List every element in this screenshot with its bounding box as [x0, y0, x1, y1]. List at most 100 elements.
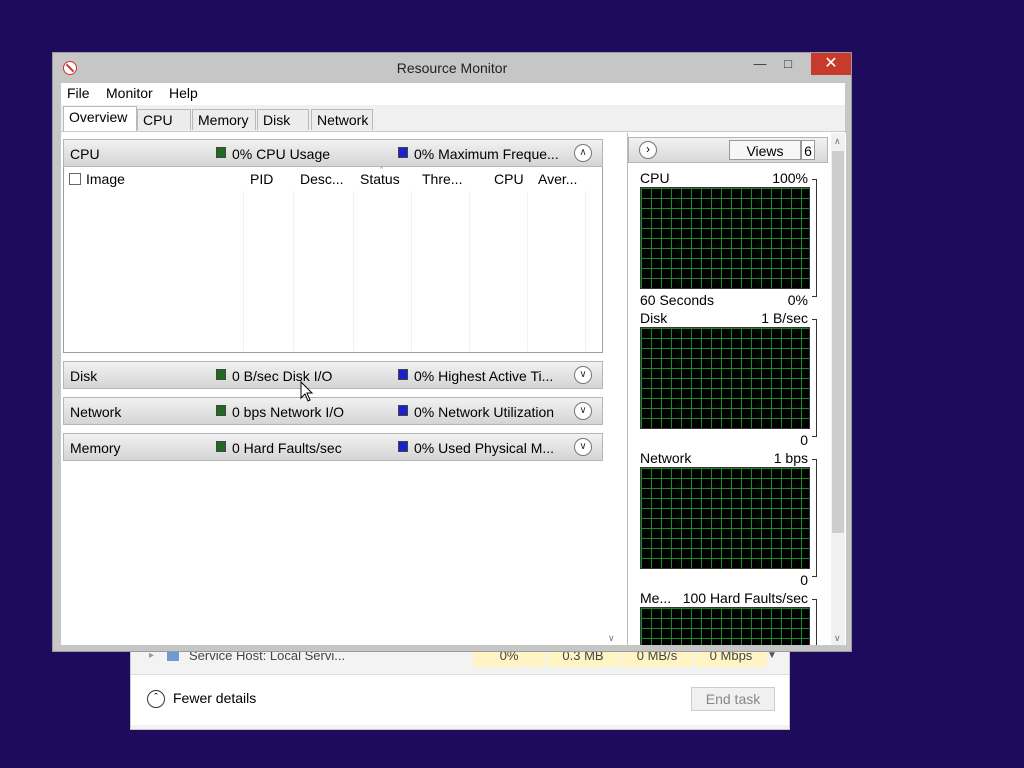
menu-help[interactable]: Help — [169, 85, 198, 101]
disk-graph — [640, 327, 810, 429]
disk-graph-max: 1 B/sec — [761, 310, 808, 326]
section-title: Disk — [70, 368, 98, 384]
disk-io-stat: 0 B/sec Disk I/O — [232, 368, 333, 384]
network-io-stat: 0 bps Network I/O — [232, 404, 345, 420]
tab-disk[interactable]: Disk — [257, 109, 309, 130]
title-bar[interactable]: Resource Monitor — □ ✕ — [53, 53, 851, 83]
cpu-graph-title: CPU — [640, 170, 670, 186]
scroll-up-icon[interactable]: ∧ — [834, 136, 841, 147]
table-header: Image PID Desc... Status ˆ Thre... CPU A… — [64, 166, 602, 191]
chevron-right-icon[interactable]: › — [639, 141, 657, 159]
memory-graph — [640, 607, 810, 645]
minimize-button[interactable]: — — [747, 53, 773, 75]
cpu-graph-max: 100% — [772, 170, 808, 186]
tab-bar: Overview CPU Memory Disk Network — [61, 105, 845, 132]
green-legend-icon — [216, 405, 226, 416]
column-divider — [353, 191, 354, 351]
network-section-header[interactable]: Network 0 bps Network I/O 0% Network Uti… — [63, 397, 603, 425]
graph-bracket — [812, 319, 817, 437]
column-image[interactable]: Image — [86, 171, 125, 187]
graph-bracket — [812, 599, 817, 645]
memory-section-header[interactable]: Memory 0 Hard Faults/sec 0% Used Physica… — [63, 433, 603, 461]
tab-network[interactable]: Network — [311, 109, 373, 130]
select-all-checkbox[interactable] — [69, 173, 81, 185]
column-divider — [411, 191, 412, 351]
hard-faults-stat: 0 Hard Faults/sec — [232, 440, 342, 456]
blue-legend-icon — [398, 369, 408, 380]
scroll-down-icon[interactable]: ∨ — [608, 633, 615, 644]
chevron-down-icon[interactable]: ∨ — [574, 402, 592, 420]
column-description[interactable]: Desc... — [300, 171, 344, 187]
disk-active-time-stat: 0% Highest Active Ti... — [414, 368, 554, 384]
green-legend-icon — [216, 369, 226, 380]
sort-indicator-icon: ˆ — [380, 166, 383, 176]
cpu-section-header[interactable]: CPU 0% CPU Usage 0% Maximum Freque... ∧ — [63, 139, 603, 167]
column-pid[interactable]: PID — [250, 171, 273, 187]
overview-scrollbar[interactable]: ∨ — [605, 133, 619, 645]
resource-monitor-window: Resource Monitor — □ ✕ File Monitor Help… — [52, 52, 852, 652]
views-dropdown[interactable]: 6 — [801, 140, 815, 160]
fewer-details-link[interactable]: Fewer details — [173, 690, 256, 706]
memory-graph-title: Me... — [640, 590, 672, 606]
task-manager-window: ▸ Service Host: Local Servi... 0% 0.3 MB… — [130, 640, 790, 730]
cpu-frequency-stat: 0% Maximum Freque... — [414, 146, 559, 162]
scroll-thumb[interactable] — [832, 151, 844, 533]
menu-file[interactable]: File — [67, 85, 90, 101]
disk-section-header[interactable]: Disk 0 B/sec Disk I/O 0% Highest Active … — [63, 361, 603, 389]
network-utilization-stat: 0% Network Utilization — [414, 404, 555, 420]
blue-legend-icon — [398, 405, 408, 416]
chevron-up-icon[interactable]: ∧ — [574, 144, 592, 162]
window-client: File Monitor Help Overview CPU Memory Di… — [61, 83, 846, 645]
task-manager-footer: ˆ Fewer details End task — [131, 674, 789, 725]
section-title: Network — [70, 404, 122, 420]
window-title: Resource Monitor — [396, 60, 508, 76]
cpu-graph — [640, 187, 810, 289]
green-legend-icon — [216, 441, 226, 452]
menu-monitor[interactable]: Monitor — [106, 85, 153, 101]
tab-memory[interactable]: Memory — [192, 109, 256, 130]
cpu-graph-min: 0% — [787, 292, 808, 308]
green-legend-icon — [216, 147, 226, 158]
graphs-pane: › Views 6 CPU 100% 60 Seconds 0% Disk 1 … — [627, 133, 846, 645]
section-title: Memory — [70, 440, 121, 456]
network-graph-title: Network — [640, 450, 692, 466]
disk-graph-min: 0 — [800, 432, 808, 448]
views-bar: › Views 6 — [628, 137, 828, 163]
column-threads[interactable]: Thre... — [422, 171, 462, 187]
views-button[interactable]: Views — [729, 140, 801, 160]
section-title: CPU — [70, 146, 100, 162]
column-divider — [293, 191, 294, 351]
graph-area: CPU 100% 60 Seconds 0% Disk 1 B/sec 0 Ne… — [628, 165, 828, 645]
used-physical-memory-stat: 0% Used Physical M... — [414, 440, 555, 456]
network-graph-min: 0 — [800, 572, 808, 588]
column-divider — [585, 191, 586, 351]
column-divider — [527, 191, 528, 351]
column-divider — [243, 191, 244, 351]
menu-bar: File Monitor Help — [61, 83, 845, 105]
mouse-cursor-icon — [300, 381, 314, 402]
graph-bracket — [812, 459, 817, 577]
close-button[interactable]: ✕ — [811, 53, 851, 75]
cpu-usage-stat: 0% CPU Usage — [232, 146, 331, 162]
scroll-down-icon[interactable]: ∨ — [834, 633, 841, 644]
column-cpu[interactable]: CPU — [494, 171, 524, 187]
network-graph — [640, 467, 810, 569]
column-average-cpu[interactable]: Aver... — [538, 171, 577, 187]
tab-overview[interactable]: Overview — [63, 106, 137, 131]
tab-cpu[interactable]: CPU — [137, 109, 191, 130]
cpu-graph-timespan: 60 Seconds — [640, 292, 714, 308]
maximize-button[interactable]: □ — [775, 53, 801, 75]
blue-legend-icon — [398, 147, 408, 158]
chevron-down-icon[interactable]: ∨ — [574, 366, 592, 384]
graph-bracket — [812, 179, 817, 297]
graphs-scrollbar[interactable]: ∧ ∨ — [831, 133, 845, 645]
chevron-down-icon[interactable]: ∨ — [574, 438, 592, 456]
memory-graph-max: 100 Hard Faults/sec — [682, 590, 808, 606]
network-graph-max: 1 bps — [773, 450, 808, 466]
disk-graph-title: Disk — [640, 310, 668, 326]
chevron-up-icon[interactable]: ˆ — [147, 690, 165, 708]
column-divider — [469, 191, 470, 351]
blue-legend-icon — [398, 441, 408, 452]
cpu-process-table: Image PID Desc... Status ˆ Thre... CPU A… — [63, 166, 603, 353]
end-task-button[interactable]: End task — [691, 687, 775, 711]
